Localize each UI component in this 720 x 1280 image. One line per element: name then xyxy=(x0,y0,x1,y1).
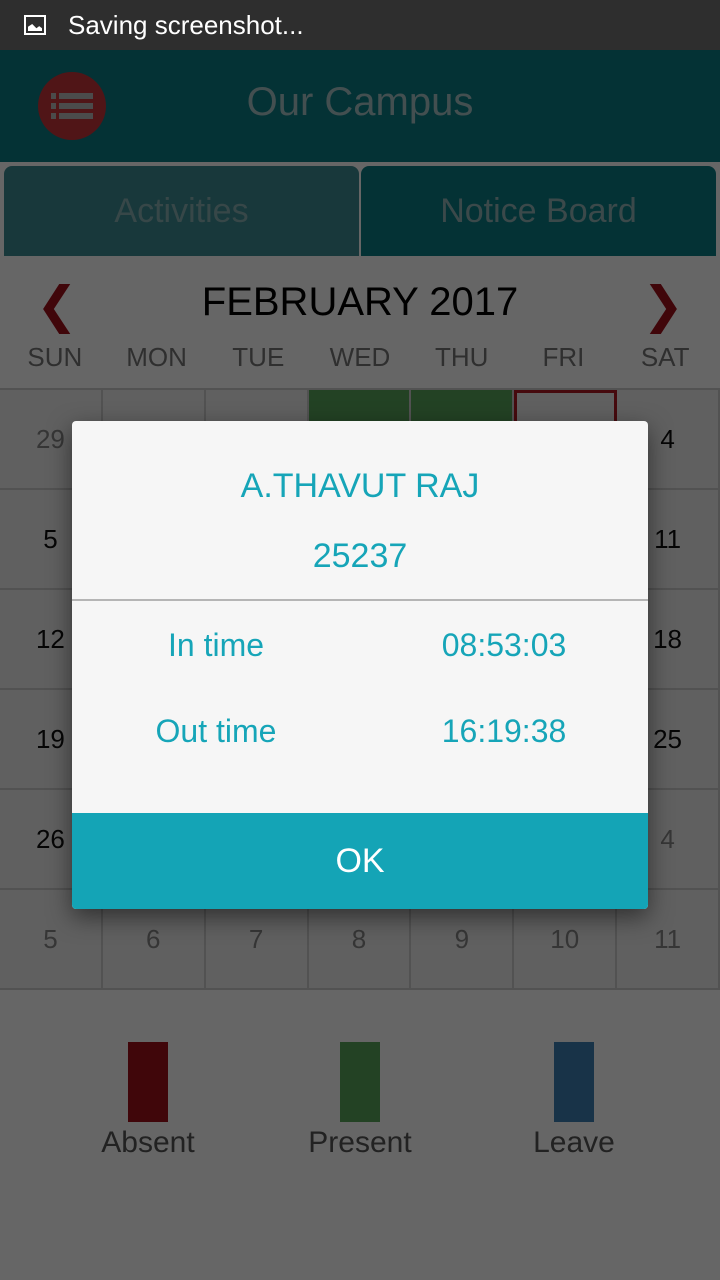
student-name: A.THAVUT RAJ xyxy=(240,467,480,505)
status-bar: Saving screenshot... xyxy=(0,0,720,50)
out-time-label: Out time xyxy=(155,713,277,749)
divider xyxy=(72,599,648,601)
in-time-label: In time xyxy=(167,627,265,663)
out-time-value: 16:19:38 xyxy=(441,713,567,749)
ok-button[interactable]: OK xyxy=(72,813,648,909)
attendance-dialog: A.THAVUT RAJ 25237 In time 08:53:03 Out … xyxy=(72,421,648,909)
student-id: 25237 xyxy=(312,537,408,575)
image-icon xyxy=(24,15,46,35)
status-text: Saving screenshot... xyxy=(68,9,304,40)
in-time-value: 08:53:03 xyxy=(441,627,567,663)
